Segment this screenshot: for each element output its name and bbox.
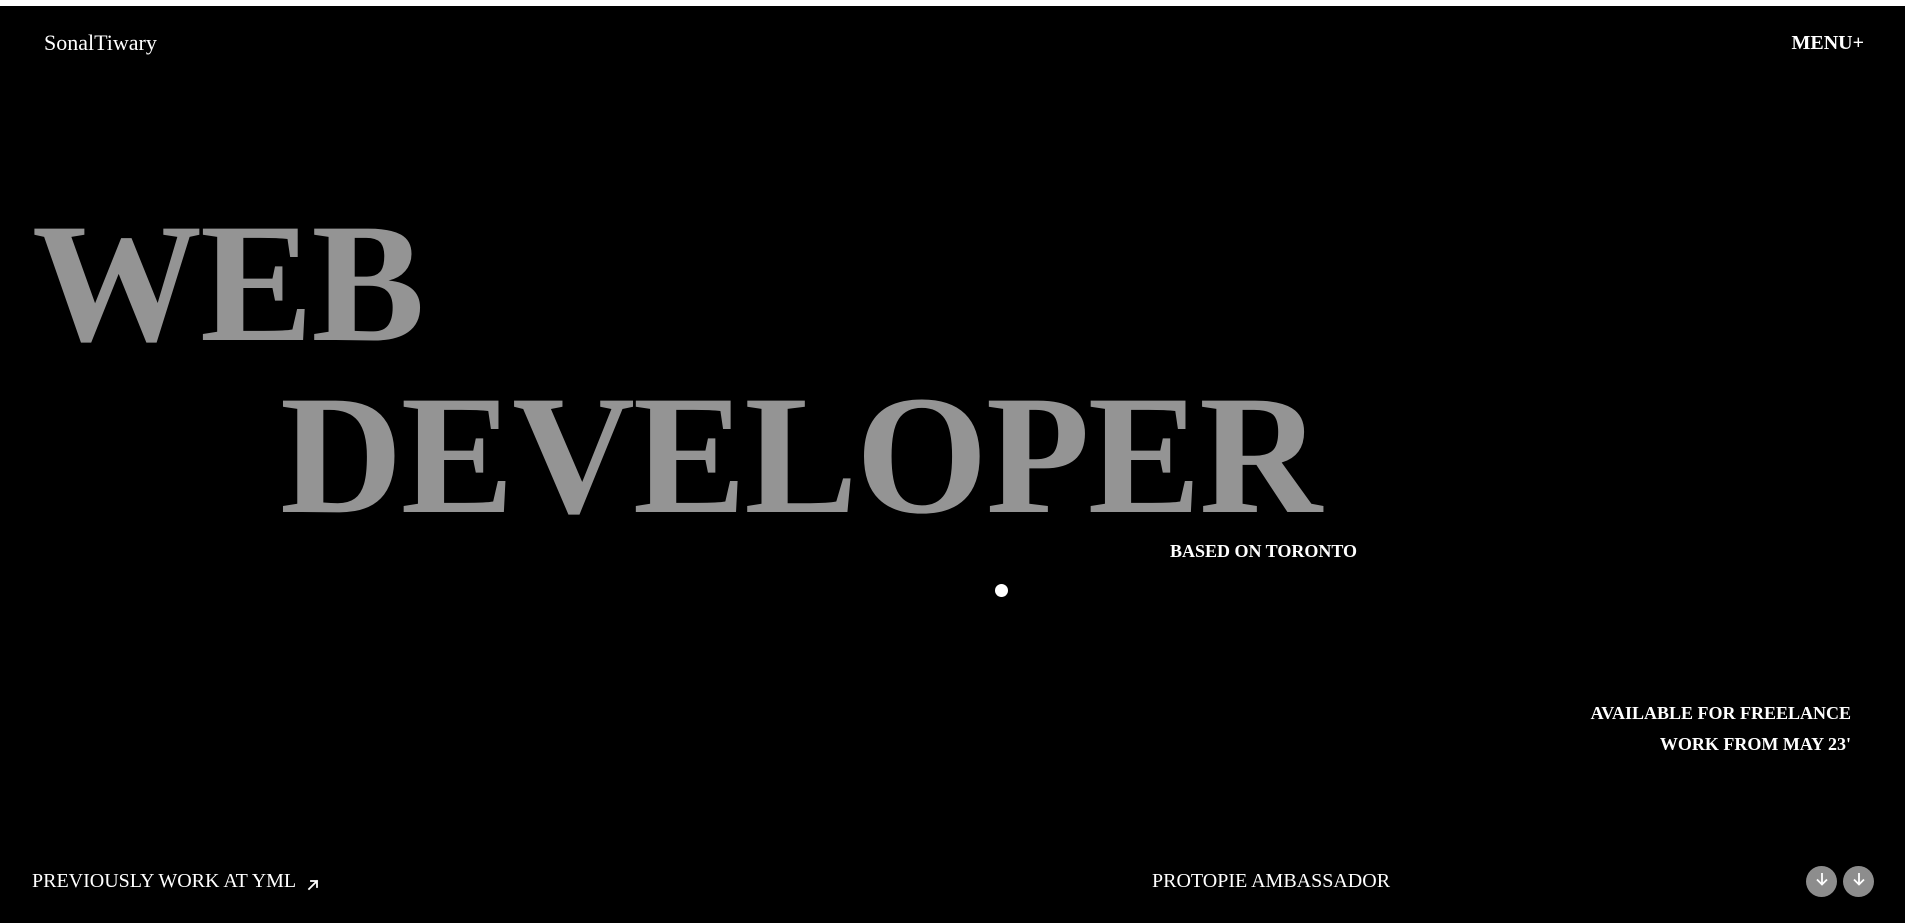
menu-button[interactable]: MENU+ xyxy=(1792,32,1865,55)
arrow-down-icon xyxy=(1851,871,1867,892)
previous-work-link[interactable]: PREVIOUSLY WORK AT YML xyxy=(32,870,320,893)
hero-title-web: WEB xyxy=(32,189,425,377)
cursor-dot xyxy=(995,584,1008,597)
scroll-down-button-1[interactable] xyxy=(1806,866,1837,897)
arrow-down-icon xyxy=(1814,871,1830,892)
availability-line-2: WORK FROM MAY 23' xyxy=(1659,734,1851,754)
arrow-up-right-icon xyxy=(306,875,320,890)
availability-block: AVAILABLE FOR FREELANCE WORK FROM MAY 23… xyxy=(1591,698,1851,760)
hero-title-developer: DEVELOPER xyxy=(280,361,1322,549)
scroll-down-button-2[interactable] xyxy=(1843,866,1874,897)
availability-line-1: AVAILABLE FOR FREELANCE xyxy=(1590,703,1851,723)
brand-logo-link[interactable]: SonalTiwary xyxy=(44,30,157,56)
previous-work-label: PREVIOUSLY WORK AT YML xyxy=(32,870,297,892)
top-border xyxy=(0,0,1905,6)
ambassador-text: PROTOPIE AMBASSADOR xyxy=(1152,870,1391,892)
location-text: BASED ON TORONTO xyxy=(1169,541,1357,561)
